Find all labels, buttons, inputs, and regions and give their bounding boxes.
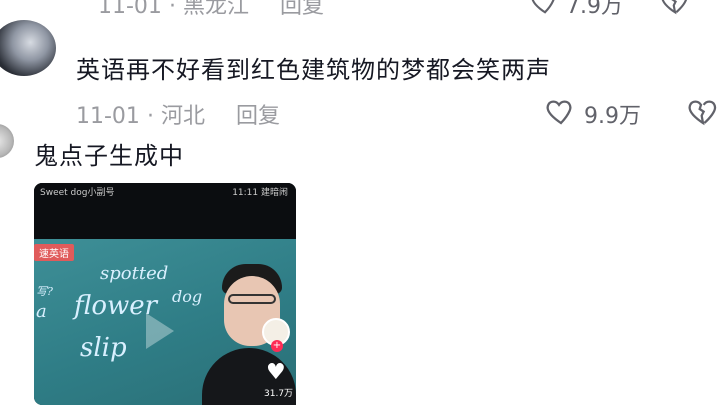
dislike-button[interactable] <box>687 95 719 131</box>
comment-text: 英语再不好看到红色建筑物的梦都会笑两声 <box>76 56 551 84</box>
avatar[interactable] <box>0 124 14 158</box>
video-like-count: 31.7万 <box>264 389 294 399</box>
heart-outline-icon <box>546 100 572 125</box>
hand-word-dog: dog <box>172 287 203 306</box>
like-count: 9.9万 <box>584 104 641 129</box>
prev-comment-location: 黑龙江 <box>182 0 249 19</box>
heart-outline-icon <box>531 0 555 14</box>
hand-word-question: 写? <box>36 285 53 298</box>
video-top-right: 11:11 建暗闹 <box>232 188 288 198</box>
hand-word-spotted: spotted <box>100 263 169 284</box>
hand-word-a: a <box>36 301 47 322</box>
prev-comment-meta: 11-01 · 黑龙江 回复 <box>98 0 324 20</box>
prev-comment-time: 11-01 <box>98 0 162 19</box>
comment-meta: 11-01 · 河北 回复 <box>76 104 280 129</box>
avatar[interactable] <box>0 20 56 76</box>
prev-reply-button[interactable]: 回复 <box>280 0 324 19</box>
broken-heart-icon <box>661 0 687 15</box>
video-tag: 速英语 <box>34 244 74 261</box>
comment-time: 11-01 <box>76 104 140 129</box>
like-button[interactable] <box>545 95 577 131</box>
prev-like-count: 7.9万 <box>566 0 623 19</box>
play-icon <box>146 313 174 349</box>
prev-like-button[interactable] <box>530 0 560 20</box>
hand-word-slip: slip <box>80 333 127 363</box>
comment-location: 河北 <box>160 104 205 129</box>
hand-word-flower: flower <box>74 291 158 321</box>
prev-dislike-button[interactable] <box>660 0 690 20</box>
follow-plus-icon[interactable]: + <box>271 340 283 352</box>
reply-button[interactable]: 回复 <box>236 104 280 129</box>
broken-heart-icon <box>688 100 717 126</box>
presenter-glasses <box>228 294 276 304</box>
video-author: Sweet dog小副号 <box>40 188 115 198</box>
comment-text: 鬼点子生成中 <box>34 142 184 170</box>
video-like-icon[interactable]: ♥ <box>266 360 286 385</box>
video-top-bar: Sweet dog小副号 11:11 建暗闹 <box>34 183 296 239</box>
